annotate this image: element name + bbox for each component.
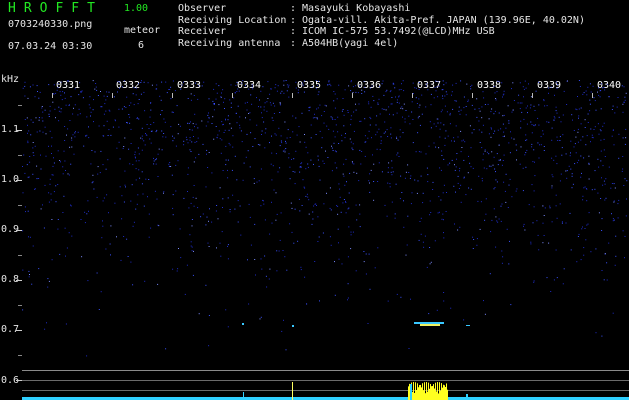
meteor-events [242,322,470,327]
noise-field [22,80,628,357]
spectrogram [16,80,629,400]
